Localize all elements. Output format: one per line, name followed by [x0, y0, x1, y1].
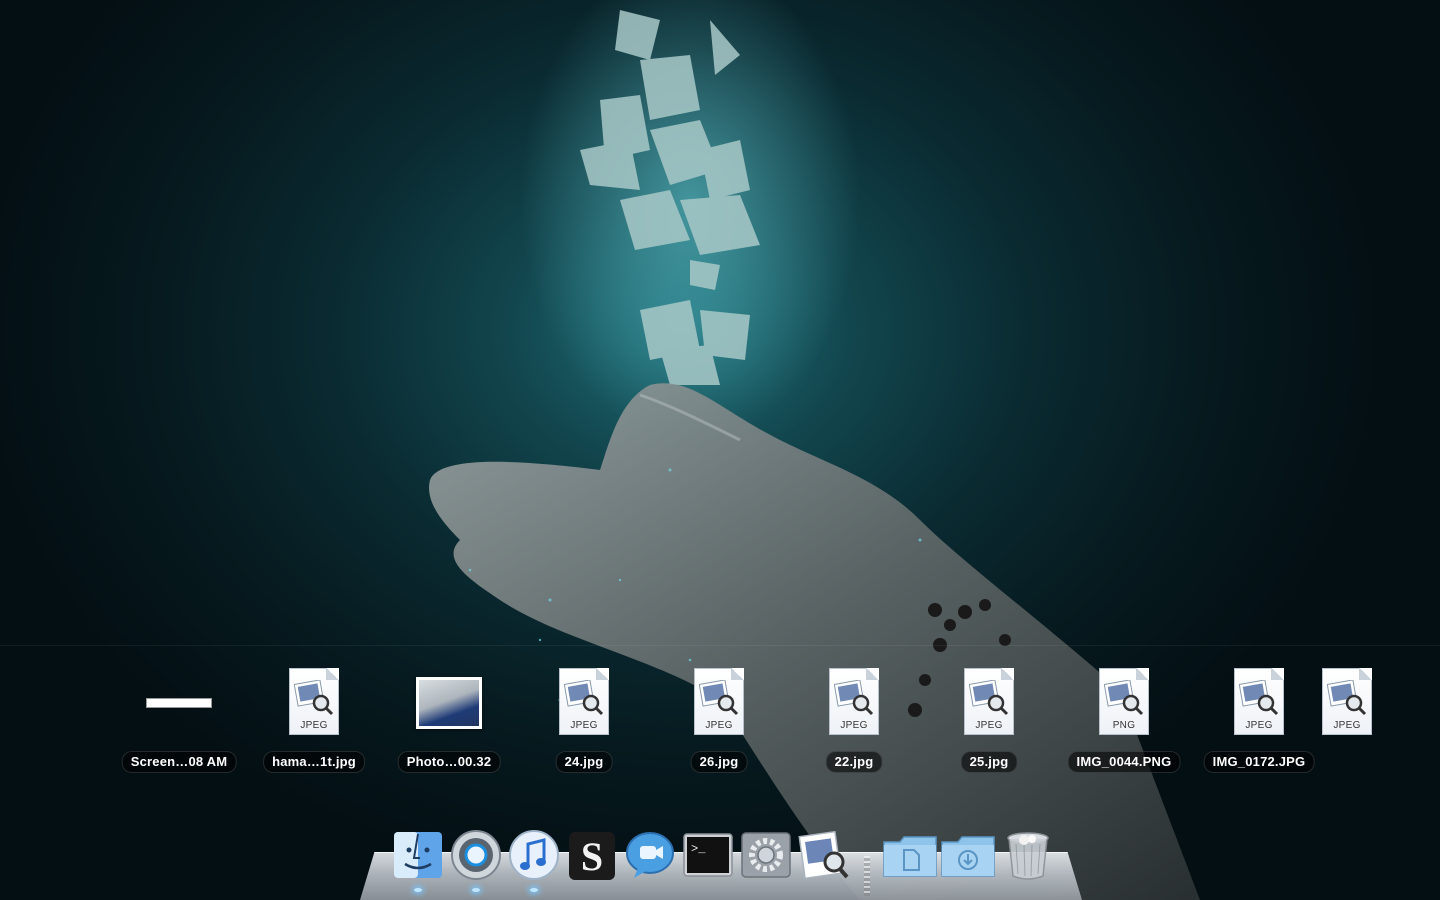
gear-icon[interactable] — [740, 828, 792, 882]
file-type-label: JPEG — [300, 720, 328, 731]
jpeg-file-icon: JPEG — [556, 668, 612, 738]
jpeg-file-icon: JPEG — [691, 668, 747, 738]
terminal-icon[interactable]: >_ — [682, 828, 734, 882]
stack-item[interactable]: JPEG 22.jpg — [789, 668, 919, 778]
file-type-label: PNG — [1112, 720, 1136, 731]
finder-icon[interactable] — [392, 828, 444, 892]
stack-item-label: Photo…00.32 — [397, 751, 501, 773]
video-chat-bubble-icon[interactable] — [624, 828, 676, 882]
downloads-folder-icon[interactable] — [940, 828, 995, 882]
file-type-label: JPEG — [1245, 720, 1273, 731]
running-indicator — [530, 888, 538, 892]
stack-item[interactable]: JPEG — [1282, 668, 1412, 778]
photo-thumbnail-icon — [416, 668, 482, 738]
stack-item-label: 24.jpg — [555, 751, 613, 773]
stack-item-label: Screen…08 AM — [121, 751, 237, 773]
hand — [429, 383, 1200, 900]
dock: S >_ — [360, 826, 1082, 900]
stack-item[interactable]: JPEG hama…1t.jpg — [249, 668, 379, 778]
stack-item[interactable]: JPEG 25.jpg — [924, 668, 1054, 778]
scrivener-s-icon[interactable]: S — [566, 828, 618, 882]
stack-item[interactable]: JPEG 24.jpg — [519, 668, 649, 778]
stack-item[interactable]: Screen…08 AM — [114, 668, 244, 778]
svg-text:>_: >_ — [691, 842, 706, 856]
stack-item-label: IMG_0044.PNG — [1067, 751, 1181, 773]
preview-icon[interactable] — [798, 828, 850, 882]
stack-item[interactable]: JPEG 26.jpg — [654, 668, 784, 778]
file-type-label: JPEG — [1333, 720, 1361, 731]
jpeg-file-icon: JPEG — [1319, 668, 1375, 738]
screenshot-thumbnail-icon — [146, 668, 212, 738]
file-type-label: JPEG — [705, 720, 733, 731]
running-indicator — [472, 888, 480, 892]
trash-icon[interactable] — [1002, 828, 1054, 882]
music-note-icon[interactable] — [508, 828, 560, 892]
jpeg-file-icon: JPEG — [961, 668, 1017, 738]
file-type-label: JPEG — [975, 720, 1003, 731]
file-type-label: JPEG — [570, 720, 598, 731]
png-file-icon: PNG — [1096, 668, 1152, 738]
compass-icon[interactable] — [450, 828, 502, 892]
downloads-stack: Screen…08 AM JPEG hama…1t.jpg Photo…00.32 JP… — [0, 645, 1440, 785]
stack-item-label: 22.jpg — [825, 751, 883, 773]
svg-text:S: S — [581, 834, 603, 879]
jpeg-file-icon: JPEG — [1231, 668, 1287, 738]
running-indicator — [414, 888, 422, 892]
stack-item-label: hama…1t.jpg — [263, 751, 365, 773]
documents-folder-icon[interactable] — [882, 828, 937, 882]
stack-item-label: 26.jpg — [690, 751, 748, 773]
jpeg-file-icon: JPEG — [826, 668, 882, 738]
stack-item[interactable]: PNG IMG_0044.PNG — [1059, 668, 1189, 778]
file-type-label: JPEG — [840, 720, 868, 731]
stack-item-label: 25.jpg — [960, 751, 1018, 773]
jpeg-file-icon: JPEG — [286, 668, 342, 738]
stack-item[interactable]: Photo…00.32 — [384, 668, 514, 778]
dock-separator — [864, 856, 870, 896]
